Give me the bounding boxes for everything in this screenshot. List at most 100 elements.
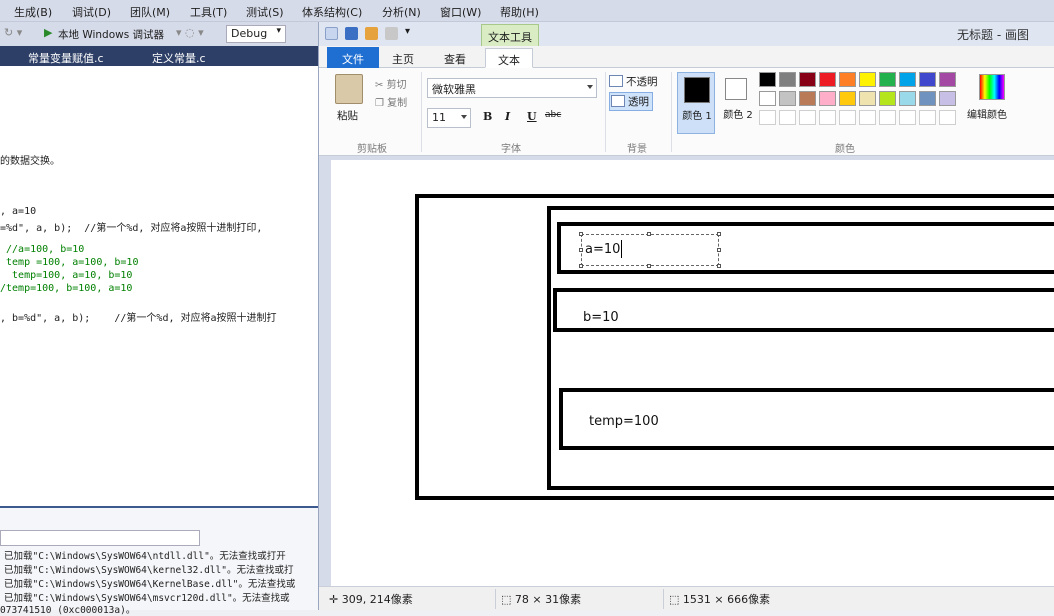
- tab-home[interactable]: 主页: [379, 48, 427, 68]
- palette-swatch[interactable]: [899, 110, 916, 125]
- cursor-position: ✛ 309, 214像素: [329, 591, 413, 607]
- code-line: , b=%d", a, b); //第一个%d, 对应将a按照十进制打: [0, 313, 277, 324]
- code-editor[interactable]: 的数据交换。 , a=10 =%d", a, b); //第一个%d, 对应将a…: [0, 66, 318, 506]
- menu-test[interactable]: 测试(S): [246, 4, 284, 20]
- chevron-down-icon: [461, 115, 467, 119]
- menu-debug[interactable]: 调试(D): [72, 4, 111, 20]
- palette-swatch[interactable]: [819, 91, 836, 106]
- palette-swatch[interactable]: [839, 110, 856, 125]
- palette-swatch[interactable]: [919, 110, 936, 125]
- save-icon[interactable]: [345, 27, 358, 40]
- redo-icon[interactable]: ↻ ▾: [4, 26, 22, 39]
- resize-handle[interactable]: [647, 232, 651, 236]
- resize-handle[interactable]: [647, 264, 651, 268]
- palette-swatch[interactable]: [759, 72, 776, 87]
- menu-window[interactable]: 窗口(W): [440, 4, 481, 20]
- menu-analyze[interactable]: 分析(N): [382, 4, 421, 20]
- resize-handle[interactable]: [717, 232, 721, 236]
- selection-size: ⬚ 78 × 31像素: [501, 591, 581, 607]
- color2-button[interactable]: 颜色 2: [719, 72, 757, 134]
- palette-swatch[interactable]: [919, 91, 936, 106]
- palette-swatch[interactable]: [899, 91, 916, 106]
- copy-button[interactable]: ❐ 复制: [375, 94, 407, 109]
- paste-button[interactable]: 粘贴: [337, 108, 358, 123]
- transparent-label: 透明: [628, 96, 649, 108]
- palette-swatch[interactable]: [879, 110, 896, 125]
- canvas-area: a=10 b=10 temp=100: [319, 156, 1054, 586]
- context-tab-text-tools: 文本工具: [481, 24, 539, 46]
- palette-swatch[interactable]: [759, 110, 776, 125]
- color1-button[interactable]: 颜色 1: [677, 72, 715, 134]
- tab-view[interactable]: 查看: [431, 48, 479, 68]
- resize-handle[interactable]: [717, 248, 721, 252]
- chevron-down-icon: ▾: [276, 26, 281, 36]
- palette-swatch[interactable]: [859, 110, 876, 125]
- drawing-canvas[interactable]: a=10 b=10 temp=100: [331, 160, 1054, 586]
- palette-swatch[interactable]: [799, 110, 816, 125]
- resize-handle[interactable]: [579, 264, 583, 268]
- underline-button[interactable]: U: [527, 110, 537, 123]
- output-source-select[interactable]: [0, 530, 200, 546]
- font-family-select[interactable]: 微软雅黑: [427, 78, 597, 98]
- opaque-option[interactable]: 不透明: [609, 74, 658, 89]
- resize-handle[interactable]: [717, 264, 721, 268]
- palette-swatch[interactable]: [939, 110, 956, 125]
- divider: [605, 72, 606, 152]
- opaque-label: 不透明: [626, 76, 658, 88]
- palette-swatch[interactable]: [759, 91, 776, 106]
- undo-icon[interactable]: [365, 27, 378, 40]
- palette-swatch[interactable]: [919, 72, 936, 87]
- palette-swatch[interactable]: [899, 72, 916, 87]
- palette-swatch[interactable]: [879, 91, 896, 106]
- debugger-select[interactable]: 本地 Windows 调试器: [58, 27, 164, 42]
- color1-swatch: [684, 77, 710, 103]
- output-line: 已加载"C:\Windows\SysWOW64\kernel32.dll"。无法…: [4, 565, 294, 576]
- palette-swatch[interactable]: [859, 72, 876, 87]
- tab-file[interactable]: 文件: [327, 47, 379, 68]
- text-caret: [621, 240, 622, 258]
- paint-window: ▾ 无标题 - 画图 文本工具 文件 主页 查看 文本 粘贴 ✂ 剪切 ❐ 复制…: [318, 22, 1054, 610]
- palette-swatch[interactable]: [799, 72, 816, 87]
- menu-build[interactable]: 生成(B): [14, 4, 52, 20]
- opaque-icon: [609, 75, 623, 87]
- quick-access-dropdown-icon[interactable]: ▾: [405, 26, 410, 37]
- canvas-text-a[interactable]: a=10: [585, 242, 620, 257]
- divider: [495, 589, 496, 609]
- tab-file-2[interactable]: 定义常量.c: [152, 50, 206, 66]
- palette-swatch[interactable]: [939, 72, 956, 87]
- menu-team[interactable]: 团队(M): [130, 4, 170, 20]
- config-select[interactable]: Debug ▾: [226, 25, 286, 43]
- palette-swatch[interactable]: [859, 91, 876, 106]
- attach-icon[interactable]: ▾ ◌ ▾: [176, 26, 204, 39]
- box-b: [553, 288, 1054, 332]
- palette-swatch[interactable]: [779, 91, 796, 106]
- strikethrough-button[interactable]: abc: [545, 110, 561, 120]
- palette-swatch[interactable]: [779, 110, 796, 125]
- palette-swatch[interactable]: [939, 91, 956, 106]
- palette-swatch[interactable]: [839, 91, 856, 106]
- tab-text[interactable]: 文本: [485, 48, 533, 68]
- resize-handle[interactable]: [579, 248, 583, 252]
- tab-file-1[interactable]: 常量变量赋值.c: [28, 50, 104, 66]
- cut-button[interactable]: ✂ 剪切: [375, 76, 407, 91]
- menu-help[interactable]: 帮助(H): [500, 4, 539, 20]
- transparent-option[interactable]: 透明: [609, 92, 653, 111]
- palette-swatch[interactable]: [779, 72, 796, 87]
- bold-button[interactable]: B: [483, 110, 492, 123]
- italic-button[interactable]: I: [505, 110, 510, 123]
- palette-swatch[interactable]: [839, 72, 856, 87]
- palette-swatch[interactable]: [819, 110, 836, 125]
- font-size-select[interactable]: 11: [427, 108, 471, 128]
- redo-icon[interactable]: [385, 27, 398, 40]
- edit-colors-button[interactable]: 编辑颜色: [967, 72, 1017, 134]
- font-family-value: 微软雅黑: [432, 83, 476, 96]
- palette-swatch[interactable]: [799, 91, 816, 106]
- palette-swatch[interactable]: [879, 72, 896, 87]
- start-debug-icon[interactable]: ▶: [44, 26, 52, 39]
- resize-handle[interactable]: [579, 232, 583, 236]
- menu-tools[interactable]: 工具(T): [190, 4, 227, 20]
- palette-swatch[interactable]: [819, 72, 836, 87]
- window-title: 无标题 - 画图: [957, 28, 1029, 42]
- menu-architecture[interactable]: 体系结构(C): [302, 4, 362, 20]
- code-line: =%d", a, b); //第一个%d, 对应将a按照十进制打印,: [0, 223, 263, 234]
